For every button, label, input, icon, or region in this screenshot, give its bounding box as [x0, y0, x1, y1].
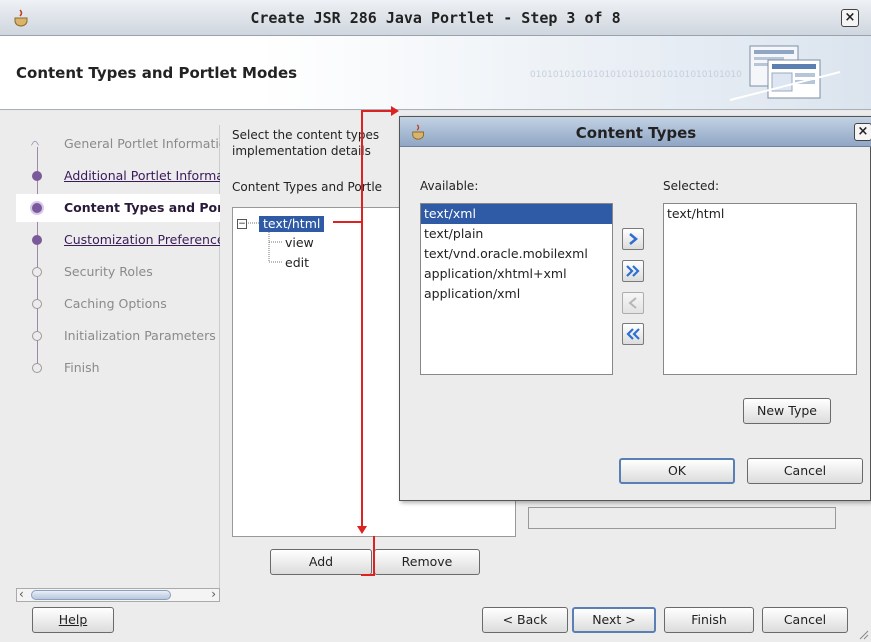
resize-grip-icon[interactable]: [857, 628, 869, 640]
annotation-line: [361, 110, 363, 530]
available-label: Available:: [420, 179, 479, 193]
step-dot-icon: [32, 331, 42, 341]
annotation-line: [333, 221, 363, 223]
window-close-icon[interactable]: ×: [841, 9, 859, 27]
step-label: Additional Portlet Information: [64, 168, 220, 183]
wizard-step-list: General Portlet Information Additional P…: [16, 125, 220, 602]
double-chevron-right-icon: [626, 265, 640, 277]
list-item[interactable]: text/html: [664, 204, 856, 224]
step-dot-icon: [32, 235, 42, 245]
step-customization-prefs[interactable]: Customization Preferences: [16, 226, 220, 254]
description-line: Select the content types: [232, 128, 380, 142]
chevron-left-icon: [628, 297, 637, 309]
double-chevron-left-icon: [626, 328, 640, 340]
step-dot-icon: [32, 299, 42, 309]
step-init-params[interactable]: Initialization Parameters: [16, 322, 220, 350]
help-button[interactable]: Help: [32, 607, 114, 633]
window-title: Create JSR 286 Java Portlet - Step 3 of …: [250, 9, 621, 27]
available-list[interactable]: text/xml text/plain text/vnd.oracle.mobi…: [420, 203, 613, 375]
wizard-banner: Content Types and Portlet Modes 01010101…: [0, 36, 871, 110]
step-label: Finish: [64, 360, 100, 375]
dialog-titlebar: Content Types ×: [400, 117, 871, 147]
description-line: implementation details: [232, 144, 371, 158]
step-description: Select the content types implementation …: [232, 127, 402, 159]
tree-node-text-html[interactable]: text/html: [259, 216, 325, 232]
content-types-dialog: Content Types × Available: Selected: tex…: [399, 116, 871, 501]
dialog-close-icon[interactable]: ×: [854, 123, 871, 141]
content-types-tree-label: Content Types and Portlet Modes:: [232, 180, 382, 194]
help-label: Help: [58, 612, 88, 627]
step-label: Content Types and Portlet Modes: [64, 200, 220, 215]
step-content-types[interactable]: Content Types and Portlet Modes: [16, 194, 220, 222]
step-caching-options[interactable]: Caching Options: [16, 290, 220, 318]
step-label: Customization Preferences: [64, 232, 220, 247]
annotation-line: [373, 536, 375, 576]
banner-binary-text: 0101010101010101010101010101010101010: [530, 70, 742, 80]
step-label: Security Roles: [64, 264, 153, 279]
banner-title: Content Types and Portlet Modes: [16, 64, 298, 82]
step-label: Initialization Parameters: [64, 328, 216, 343]
step-list-horizontal-scrollbar[interactable]: ‹ ›: [16, 587, 220, 602]
window-titlebar: Create JSR 286 Java Portlet - Step 3 of …: [0, 0, 871, 36]
annotation-arrow-icon: [357, 526, 367, 534]
scrollbar-thumb[interactable]: [31, 590, 171, 600]
new-type-button[interactable]: New Type: [743, 398, 831, 424]
scroll-left-icon[interactable]: ‹: [19, 587, 24, 601]
step-label: Caching Options: [64, 296, 167, 311]
step-dot-icon: [32, 267, 42, 277]
list-item[interactable]: application/xml: [421, 284, 612, 304]
move-left-button[interactable]: [622, 292, 644, 314]
finish-button[interactable]: Finish: [664, 607, 754, 633]
step-general-portlet-info[interactable]: General Portlet Information: [16, 130, 220, 158]
scroll-right-icon[interactable]: ›: [211, 587, 216, 601]
cancel-button[interactable]: Cancel: [762, 607, 848, 633]
ok-button[interactable]: OK: [619, 458, 735, 484]
step-first-icon: [31, 140, 39, 146]
tree-node-edit[interactable]: edit: [285, 255, 309, 270]
back-button[interactable]: < Back: [482, 607, 568, 633]
next-button[interactable]: Next >: [572, 607, 656, 633]
tree-collapse-icon[interactable]: −: [237, 219, 247, 229]
list-item[interactable]: text/vnd.oracle.mobilexml: [421, 244, 612, 264]
selected-list[interactable]: text/html: [663, 203, 857, 375]
list-item[interactable]: application/xhtml+xml: [421, 264, 612, 284]
step-finish[interactable]: Finish: [16, 354, 220, 382]
documents-graphic-icon: [729, 45, 841, 101]
list-item[interactable]: text/xml: [421, 204, 612, 224]
dialog-title: Content Types: [575, 124, 697, 142]
tree-node-view[interactable]: view: [285, 235, 314, 250]
move-all-left-button[interactable]: [622, 323, 644, 345]
step-dot-icon: [32, 363, 42, 373]
dialog-cancel-button[interactable]: Cancel: [747, 458, 863, 484]
chevron-right-icon: [629, 233, 638, 245]
move-right-button[interactable]: [622, 228, 644, 250]
step-dot-icon: [32, 171, 42, 181]
selected-label: Selected:: [663, 179, 720, 193]
step-additional-portlet-info[interactable]: Additional Portlet Information: [16, 162, 220, 190]
list-item[interactable]: text/plain: [421, 224, 612, 244]
add-button[interactable]: Add: [270, 549, 372, 575]
step-current-dot-icon: [30, 201, 44, 215]
step-security-roles[interactable]: Security Roles: [16, 258, 220, 286]
step-label: General Portlet Information: [64, 136, 220, 151]
remove-button[interactable]: Remove: [374, 549, 480, 575]
move-all-right-button[interactable]: [622, 260, 644, 282]
details-field[interactable]: [528, 507, 836, 529]
